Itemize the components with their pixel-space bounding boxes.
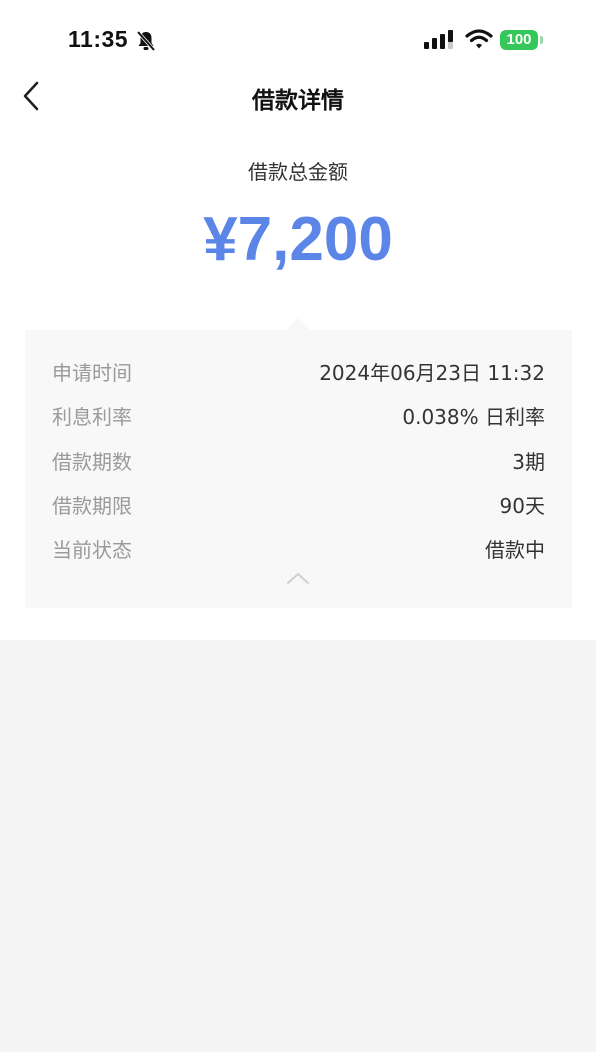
card-pointer — [286, 318, 310, 330]
detail-label: 利息利率 — [52, 405, 132, 429]
detail-label: 申请时间 — [52, 361, 132, 385]
detail-value: 3期 — [512, 450, 545, 474]
loan-total-label: 借款总金额 — [248, 160, 348, 184]
detail-value: 0.038% 日利率 — [402, 405, 545, 429]
signal-icon — [424, 30, 453, 49]
detail-value: 90天 — [499, 494, 545, 518]
detail-row-installments: 借款期数 3期 — [52, 446, 545, 476]
battery-cap — [540, 36, 543, 44]
detail-row-term: 借款期限 90天 — [52, 490, 545, 520]
detail-label: 借款期限 — [52, 494, 132, 518]
status-time: 11:35 — [68, 26, 129, 52]
status-bar: 11:35 100 — [0, 0, 596, 80]
loan-total-amount: ¥7,200 — [203, 205, 393, 274]
loan-details-card: 申请时间 2024年06月23日 11:32 利息利率 0.038% 日利率 借… — [25, 330, 572, 608]
chevron-up-icon[interactable] — [285, 570, 311, 586]
wifi-icon — [465, 29, 493, 49]
detail-value: 借款中 — [485, 538, 545, 562]
detail-row-interest-rate: 利息利率 0.038% 日利率 — [52, 401, 545, 431]
page-title: 借款详情 — [252, 88, 344, 114]
nav-bar: 借款详情 — [0, 70, 596, 122]
battery-icon: 100 — [500, 30, 538, 50]
detail-label: 借款期数 — [52, 450, 132, 474]
detail-value: 2024年06月23日 11:32 — [319, 361, 545, 385]
detail-row-status: 当前状态 借款中 — [52, 534, 545, 564]
bell-off-icon — [136, 30, 156, 52]
detail-label: 当前状态 — [52, 538, 132, 562]
detail-row-apply-time: 申请时间 2024年06月23日 11:32 — [52, 357, 545, 387]
